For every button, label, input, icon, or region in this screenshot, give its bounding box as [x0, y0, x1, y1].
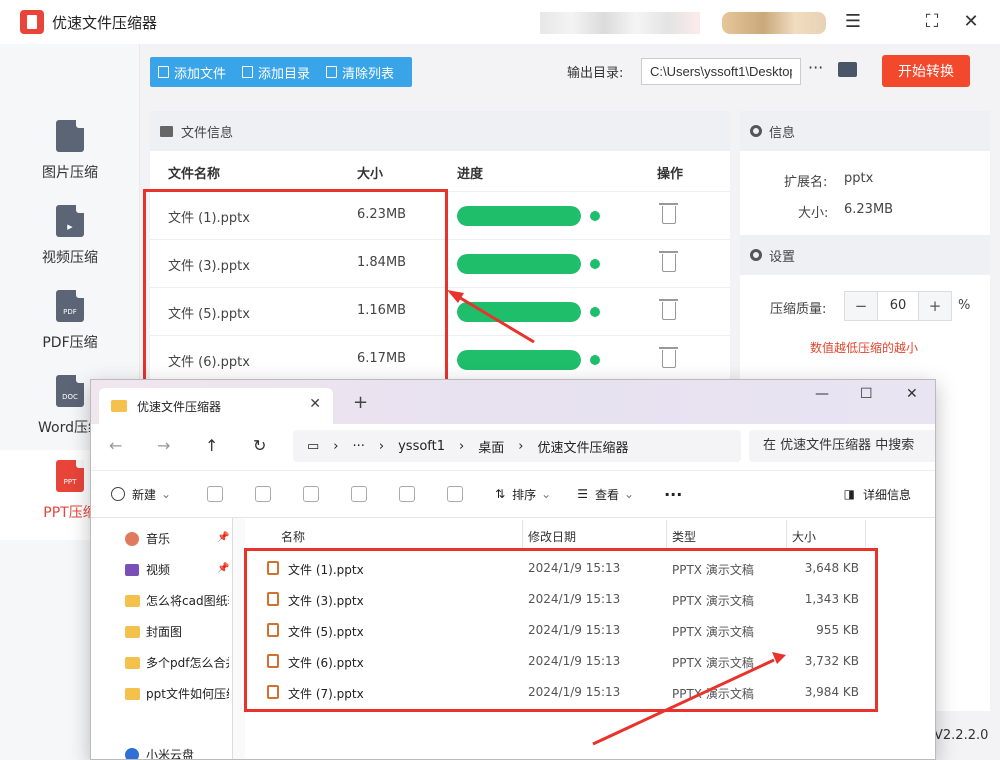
arrow-head: [447, 290, 464, 303]
arrow-line: [592, 658, 775, 746]
arrow-line: [456, 294, 535, 344]
arrow-head: [772, 652, 786, 664]
annotation-arrows: [447, 290, 786, 746]
